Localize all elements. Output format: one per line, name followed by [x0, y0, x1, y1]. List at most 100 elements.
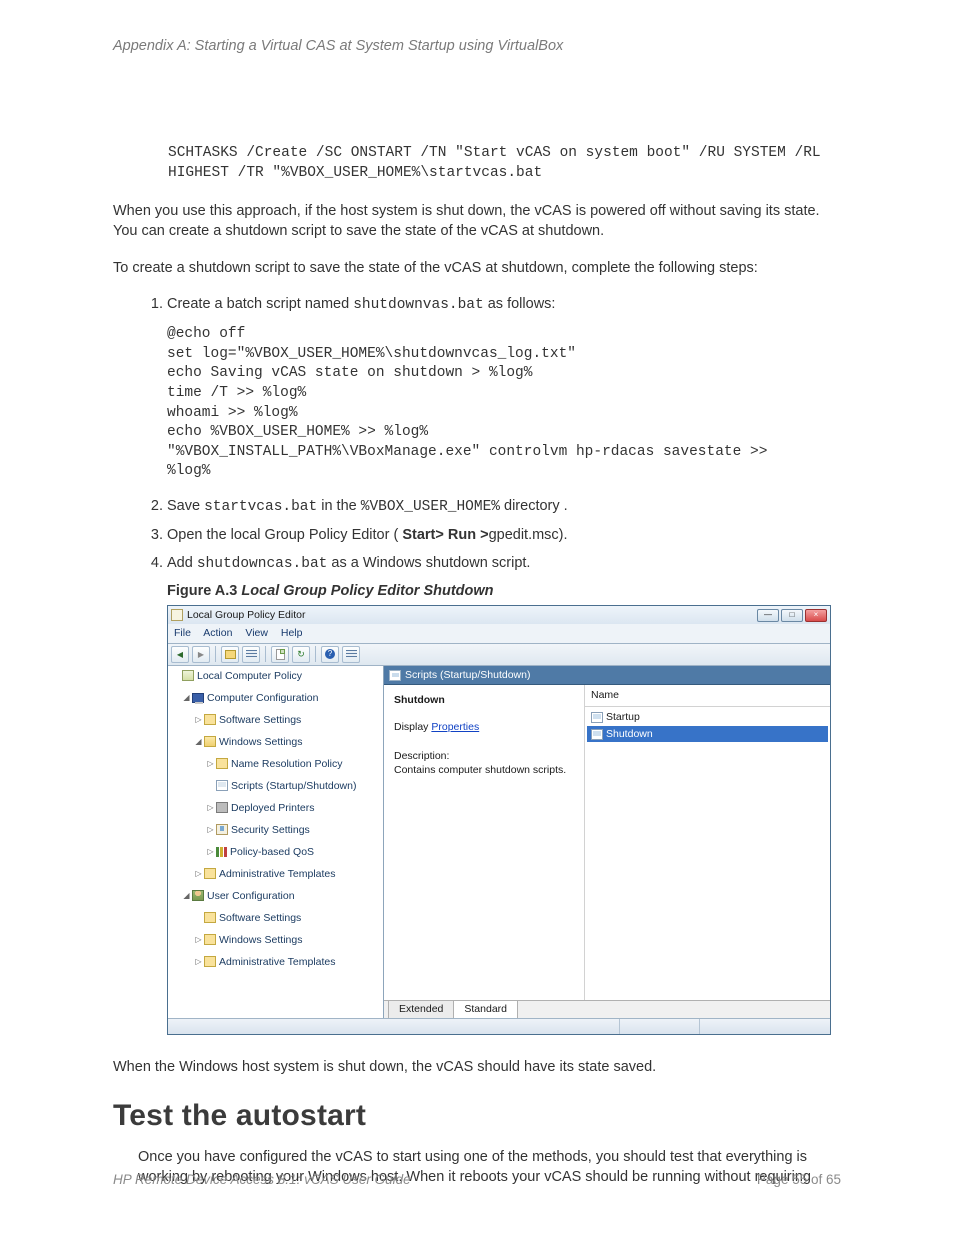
figure-title: Local Group Policy Editor Shutdown [241, 583, 493, 599]
display-label: Display [394, 721, 431, 733]
tree-security[interactable]: Security Settings [231, 823, 310, 837]
figure-caption: Figure A.3 Local Group Policy Editor Shu… [167, 581, 841, 601]
view-button[interactable] [342, 646, 360, 663]
statusbar [168, 1018, 830, 1034]
steps-list: Create a batch script named shutdownvas.… [141, 294, 841, 1035]
paragraph-intro-steps: To create a shutdown script to save the … [113, 258, 841, 278]
status-cell-3 [700, 1019, 830, 1034]
help-icon: ? [325, 649, 335, 659]
toolbar-separator-2 [265, 646, 266, 662]
step-1-pre: Create a batch script named [167, 296, 353, 312]
maximize-button[interactable]: □ [781, 609, 803, 622]
qos-icon [216, 847, 227, 857]
heading-test-autostart: Test the autostart [113, 1099, 841, 1133]
tree-software-settings[interactable]: Software Settings [219, 713, 301, 727]
folder-icon [204, 912, 216, 923]
list-icon [246, 650, 257, 659]
menu-view[interactable]: View [245, 627, 268, 639]
step-1-post: as follows: [484, 296, 556, 312]
tab-standard[interactable]: Standard [453, 1000, 518, 1018]
list-column: Name Startup Shutdown [584, 685, 830, 999]
list-item-startup[interactable]: Startup [587, 709, 828, 726]
tree-name-resolution[interactable]: Name Resolution Policy [231, 757, 342, 771]
up-button[interactable] [221, 646, 239, 663]
tree-admin-templates-1[interactable]: Administrative Templates [219, 867, 336, 881]
app-icon [171, 609, 183, 621]
tree-windows-settings-2[interactable]: Windows Settings [219, 933, 302, 947]
script-icon [216, 780, 228, 791]
step-2-file: startvcas.bat [204, 499, 317, 515]
help-button[interactable]: ? [321, 646, 339, 663]
step-2-pre: Save [167, 498, 204, 514]
paragraph-after-figure: When the Windows host system is shut dow… [113, 1057, 841, 1077]
status-cell-2 [620, 1019, 700, 1034]
page-footer: HP Remote Device Access 8.1: vCAS User G… [113, 1172, 841, 1187]
step-2-mid: in the [317, 498, 361, 514]
folder-open-icon [204, 736, 216, 747]
content-header-title: Scripts (Startup/Shutdown) [405, 668, 530, 683]
step-2-post: directory . [500, 498, 568, 514]
menu-file[interactable]: File [174, 627, 191, 639]
tree-admin-templates-2[interactable]: Administrative Templates [219, 955, 336, 969]
back-button[interactable] [171, 646, 189, 663]
tab-extended[interactable]: Extended [388, 1000, 454, 1018]
step-3-post: gpedit.msc). [489, 527, 568, 543]
tree-scripts[interactable]: Scripts (Startup/Shutdown) [231, 779, 356, 793]
policy-icon [182, 670, 194, 681]
tree-software-settings-2[interactable]: Software Settings [219, 911, 301, 925]
status-cell-1 [168, 1019, 620, 1034]
properties-link[interactable]: Properties [431, 721, 479, 733]
detail-title: Shutdown [394, 693, 574, 708]
toolbar-separator-3 [315, 646, 316, 662]
tree-windows-settings[interactable]: Windows Settings [219, 735, 302, 749]
folder-icon [204, 868, 216, 879]
step-3-bold: Start> Run > [402, 527, 488, 543]
step-4-pre: Add [167, 555, 197, 571]
tree-qos[interactable]: Policy-based QoS [230, 845, 314, 859]
menu-action[interactable]: Action [203, 627, 232, 639]
appendix-header: Appendix A: Starting a Virtual CAS at Sy… [113, 38, 841, 54]
figure-label: Figure A.3 [167, 583, 241, 599]
content-pane: Scripts (Startup/Shutdown) Shutdown Disp… [384, 666, 830, 1018]
tree-computer-config[interactable]: Computer Configuration [207, 691, 318, 705]
step-4: Add shutdowncas.bat as a Windows shutdow… [167, 553, 841, 1034]
content-header: Scripts (Startup/Shutdown) [384, 666, 830, 686]
list-item-shutdown-label: Shutdown [606, 727, 653, 742]
description-label: Description: [394, 749, 574, 764]
list-item-shutdown[interactable]: Shutdown [587, 726, 828, 743]
export-button[interactable] [271, 646, 289, 663]
menu-help[interactable]: Help [281, 627, 303, 639]
tree-user-config[interactable]: User Configuration [207, 889, 295, 903]
script-item-icon [591, 712, 603, 723]
column-header-name[interactable]: Name [585, 685, 830, 707]
paragraph-approach: When you use this approach, if the host … [113, 201, 841, 242]
tree-printers[interactable]: Deployed Printers [231, 801, 314, 815]
bars-icon [346, 650, 357, 659]
security-icon [216, 824, 228, 835]
window-title: Local Group Policy Editor [187, 608, 757, 623]
properties-button[interactable] [242, 646, 260, 663]
minimize-button[interactable]: — [757, 609, 779, 622]
tree-root[interactable]: Local Computer Policy [197, 669, 302, 683]
gpedit-window: Local Group Policy Editor — □ × File Act… [167, 605, 831, 1035]
tree-pane[interactable]: Local Computer Policy ◢Computer Configur… [168, 666, 384, 1018]
step-3-pre: Open the local Group Policy Editor ( [167, 527, 402, 543]
footer-doc-title: HP Remote Device Access 8.1: vCAS User G… [113, 1172, 411, 1187]
step-4-file: shutdowncas.bat [197, 556, 328, 572]
list-item-startup-label: Startup [606, 710, 640, 725]
folder-up-icon [225, 650, 236, 659]
titlebar[interactable]: Local Group Policy Editor — □ × [168, 606, 830, 624]
scripts-header-icon [389, 670, 401, 681]
footer-page-number: Page 55 of 65 [757, 1172, 841, 1187]
toolbar-separator [215, 646, 216, 662]
refresh-button[interactable] [292, 646, 310, 663]
close-button[interactable]: × [805, 609, 827, 622]
script-item-icon [591, 729, 603, 740]
step-3: Open the local Group Policy Editor ( Sta… [167, 525, 841, 545]
menubar: File Action View Help [168, 624, 830, 643]
display-properties-row: Display Properties [394, 720, 574, 735]
printer-icon [216, 802, 228, 813]
computer-icon [192, 693, 204, 703]
toolbar: ? [168, 643, 830, 666]
forward-button[interactable] [192, 646, 210, 663]
